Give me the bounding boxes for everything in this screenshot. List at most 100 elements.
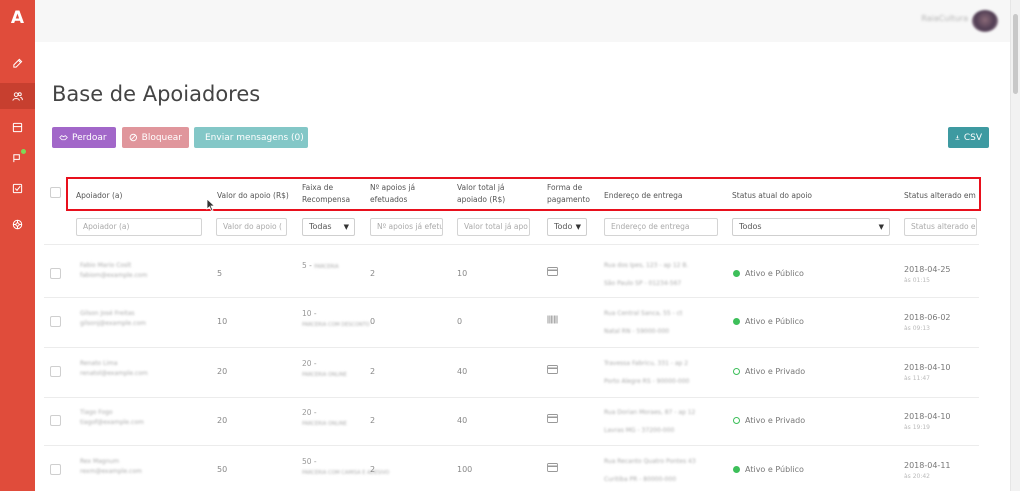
perdoar-button[interactable]: Perdoar — [52, 127, 116, 148]
reward-tier-value: 5 - — [302, 261, 315, 270]
supporter-name[interactable]: Tiago Fogo — [80, 408, 113, 418]
csv-label: CSV — [963, 132, 982, 143]
status-dot-icon — [733, 318, 740, 325]
status-text: Ativo e Público — [745, 269, 804, 278]
sidebar-item-tasks[interactable] — [0, 175, 35, 201]
status-text: Ativo e Privado — [745, 367, 806, 376]
delivery-address: Rua Dorian Moraes, 87 - ap 12 — [604, 409, 696, 416]
header-forma[interactable]: Forma de pagamento — [547, 182, 591, 206]
supporter-email: rexm@example.com — [80, 468, 142, 475]
header-endereco[interactable]: Endereço de entrega — [604, 190, 682, 202]
delivery-city: Curitiba PR - 80000-000 — [604, 476, 677, 483]
support-value: 50 — [217, 465, 228, 474]
filter-endereco-input[interactable]: Endereço de entrega — [604, 218, 718, 236]
reward-tier: 10 - PARCERIA COM DESCONTO — [302, 309, 370, 330]
page-scrollbar[interactable] — [1010, 0, 1020, 491]
credit-card-icon — [547, 365, 558, 374]
filter-valortotal-input[interactable]: Valor total já apo — [457, 218, 530, 236]
sidebar-item-integrations[interactable] — [0, 211, 35, 237]
header-napoios[interactable]: Nº apoios já efetuados — [370, 182, 438, 206]
header-faixa[interactable]: Faixa de Recompensa — [302, 182, 354, 206]
reward-tier: 20 - PARCERIA ONLINE — [302, 408, 354, 429]
reward-tier-value: 20 - — [302, 408, 317, 417]
row-divider — [44, 347, 979, 348]
sidebar-item-supporters[interactable] — [0, 83, 35, 109]
csv-export-button[interactable]: CSV — [948, 127, 989, 148]
row-checkbox[interactable] — [50, 316, 61, 327]
username[interactable]: RaiaCultura — [921, 14, 968, 23]
header-alterado[interactable]: Status alterado em — [904, 190, 976, 202]
support-count: 2 — [370, 269, 376, 278]
app-logo[interactable]: A — [0, 0, 35, 36]
status-badge: Ativo e Privado — [733, 367, 805, 376]
status-date: 2018-04-25 — [904, 265, 951, 274]
supporter-name[interactable]: Fabio Mario Coslt — [80, 261, 131, 271]
status-badge: Ativo e Público — [733, 269, 804, 278]
total-supported: 40 — [457, 416, 468, 425]
sidebar-item-projects[interactable] — [0, 50, 35, 76]
reward-tier-desc: PARCERIA COM CAMISA E ADESIVO — [302, 470, 390, 476]
delivery-address: Rua Central Sanca, 55 - ct — [604, 310, 683, 317]
reward-tier-desc: PARCERIA ONLINE — [302, 372, 347, 378]
supporter-email: fabiom@example.com — [80, 272, 148, 279]
filter-apoiador-input[interactable]: Apoiador (a) — [76, 218, 202, 236]
enviar-mensagens-button[interactable]: Enviar mensagens (0) — [194, 127, 308, 148]
status-time: às 20:42 — [904, 473, 931, 480]
bloquear-label: Bloquear — [141, 132, 182, 143]
sidebar-item-rewards[interactable] — [0, 114, 35, 140]
bloquear-button[interactable]: Bloquear — [122, 127, 189, 148]
credit-card-icon — [547, 267, 558, 276]
reward-tier-value: 10 - — [302, 309, 317, 318]
page-title: Base de Apoiadores — [52, 82, 261, 106]
filter-faixa-select[interactable]: Todas ▼ — [302, 218, 355, 236]
supporter-name[interactable]: Gilson José Freitas — [80, 309, 135, 319]
supporter-email: gilsonj@example.com — [80, 320, 146, 327]
supporter-name[interactable]: Rex Magnum — [80, 457, 119, 467]
header-apoiador[interactable]: Apoiador (a) — [76, 190, 122, 202]
header-status[interactable]: Status atual do apoio — [732, 190, 812, 202]
filter-status-select[interactable]: Todos ▼ — [732, 218, 890, 236]
supporter-name[interactable]: Renato Lima — [80, 359, 118, 369]
filter-napoios-input[interactable]: Nº apoios já efetu — [370, 218, 443, 236]
reward-tier: 50 - PARCERIA COM CAMISA E ADESIVO — [302, 457, 389, 478]
support-count: 2 — [370, 367, 376, 376]
filter-forma-select[interactable]: Todo ▼ — [547, 218, 587, 236]
row-checkbox[interactable] — [50, 415, 61, 426]
status-date: 2018-04-10 — [904, 363, 951, 372]
delivery-address: Rua Recanto Quatro Pontes 43 — [604, 458, 696, 465]
row-checkbox[interactable] — [50, 464, 61, 475]
select-all-checkbox[interactable] — [50, 187, 61, 198]
edit-icon — [13, 58, 23, 68]
status-date: 2018-06-02 — [904, 313, 951, 322]
header-valortotal[interactable]: Valor total já apoiado (R$) — [457, 182, 527, 206]
support-value: 20 — [217, 367, 228, 376]
filter-alterado-input[interactable]: Status alterado e — [904, 218, 977, 236]
credit-card-icon — [547, 463, 558, 472]
reward-tier-desc: PARCERIA — [314, 264, 339, 270]
chevron-down-icon: ▼ — [878, 223, 884, 231]
total-supported: 40 — [457, 367, 468, 376]
avatar[interactable] — [972, 10, 998, 32]
handshake-icon — [59, 135, 68, 141]
users-icon — [12, 91, 23, 101]
scrollbar-thumb[interactable] — [1013, 14, 1018, 94]
row-checkbox[interactable] — [50, 268, 61, 279]
mouse-cursor-icon — [206, 198, 216, 212]
filter-valor-input[interactable]: Valor do apoio ( — [216, 218, 287, 236]
total-supported: 100 — [457, 465, 473, 474]
supporter-email: renatol@example.com — [80, 370, 148, 377]
reward-tier-desc: PARCERIA COM DESCONTO — [302, 322, 370, 328]
reward-tier-desc: PARCERIA ONLINE — [302, 421, 347, 427]
barcode-icon — [547, 315, 558, 324]
sidebar-item-goals[interactable] — [0, 144, 35, 170]
delivery-address: Rua dos Ipes, 123 - ap 12 B. — [604, 262, 689, 269]
support-value: 20 — [217, 416, 228, 425]
row-checkbox[interactable] — [50, 366, 61, 377]
row-divider — [44, 445, 979, 446]
header-valor[interactable]: Valor do apoio (R$) — [217, 190, 289, 202]
chevron-down-icon: ▼ — [575, 223, 581, 231]
supporter-email: tiagof@example.com — [80, 419, 144, 426]
status-text: Ativo e Privado — [745, 416, 806, 425]
status-time: às 11:47 — [904, 375, 931, 382]
row-divider — [44, 244, 979, 245]
